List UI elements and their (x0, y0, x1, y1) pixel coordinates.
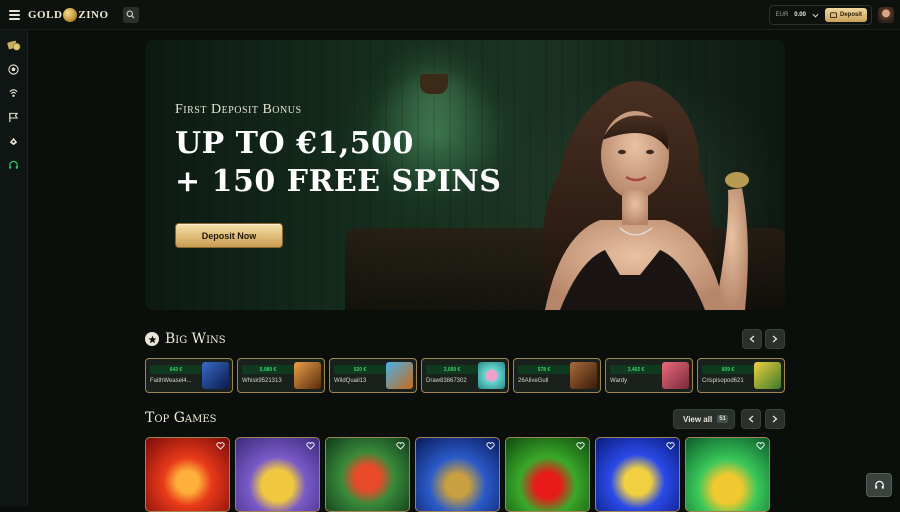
win-amount: 5,980 € (242, 365, 294, 374)
big-wins-heading: Big Wins (145, 331, 226, 347)
bonus-free-spins: + 150 FREE SPINS (175, 164, 502, 199)
deposit-now-button[interactable]: Deposit Now (175, 223, 283, 248)
top-games-title: Top Games (145, 410, 217, 426)
casino-chips-icon[interactable] (6, 38, 21, 52)
win-amount: 3,050 € (426, 365, 478, 374)
game-card-train[interactable] (415, 437, 500, 512)
promotions-icon[interactable] (7, 134, 21, 148)
logo-text-right: ZINO (78, 8, 109, 21)
win-amount: 520 € (334, 365, 386, 374)
lamp-image (420, 74, 448, 94)
hero-woman-image (542, 81, 749, 310)
view-all-label: View all (683, 414, 713, 424)
game-card-lightning[interactable] (595, 437, 680, 512)
game-thumbnail (386, 362, 413, 389)
top-games-prev-button[interactable] (741, 409, 761, 429)
live-casino-icon[interactable] (7, 86, 21, 100)
top-games-next-button[interactable] (765, 409, 785, 429)
win-user: FaithWeasel4... (150, 378, 192, 384)
wallet-icon (830, 12, 837, 18)
view-all-count: 51 (717, 415, 728, 423)
bonus-amount: UP TO €1,500 (175, 126, 414, 161)
win-card[interactable]: 609 € Crispisopod621 (697, 358, 785, 393)
chevron-down-icon (812, 13, 819, 18)
win-amount: 643 € (150, 365, 202, 374)
game-card-golden-orb[interactable] (235, 437, 320, 512)
menu-icon[interactable] (0, 0, 28, 30)
win-card[interactable]: 3,050 € Draw83867302 (421, 358, 509, 393)
chevron-left-icon (749, 335, 755, 343)
win-amount: 3,402 € (610, 365, 662, 374)
balance-selector[interactable]: EUR 0.00 Deposit (768, 5, 872, 25)
win-user: Wardy (610, 378, 628, 384)
logo[interactable]: GOLD ZINO (28, 7, 109, 22)
game-card-jester[interactable] (145, 437, 230, 512)
heart-icon[interactable] (216, 442, 225, 450)
top-bar: GOLD ZINO EUR 0.00 Deposit (0, 0, 900, 30)
win-card[interactable]: 578 € 26AliveGull (513, 358, 601, 393)
heart-icon[interactable] (396, 442, 405, 450)
big-wins-title: Big Wins (165, 331, 226, 347)
balance-amount: 0.00 (794, 12, 806, 18)
view-all-button[interactable]: View all 51 (673, 409, 735, 429)
account-area: EUR 0.00 Deposit (768, 5, 894, 25)
logo-text-left: GOLD (28, 8, 63, 21)
search-button[interactable] (122, 6, 139, 23)
game-card-cherries[interactable] (505, 437, 590, 512)
chevron-left-icon (748, 415, 754, 423)
support-headset-icon[interactable] (7, 158, 21, 172)
win-amount: 609 € (702, 365, 754, 374)
big-wins-list: 643 € FaithWeasel4... 5,980 € Whisk95213… (145, 358, 785, 393)
soccer-ball-icon[interactable] (7, 62, 21, 76)
win-amount: 578 € (518, 365, 570, 374)
game-thumbnail (202, 362, 229, 389)
win-card[interactable]: 5,980 € Whisk9521313 (237, 358, 325, 393)
win-card[interactable]: 520 € WildQuail13 (329, 358, 417, 393)
headset-icon (874, 480, 884, 489)
win-card[interactable]: 643 € FaithWeasel4... (145, 358, 233, 393)
heart-icon[interactable] (576, 442, 585, 450)
currency-label: EUR (775, 12, 789, 18)
search-icon (126, 10, 135, 19)
game-card-joker[interactable] (325, 437, 410, 512)
chevron-right-icon (772, 335, 778, 343)
win-user: WildQuail13 (334, 378, 367, 384)
flag-icon[interactable] (7, 110, 21, 124)
top-games-heading: Top Games (145, 410, 217, 426)
game-thumbnail (754, 362, 781, 389)
heart-icon[interactable] (306, 442, 315, 450)
star-icon (145, 332, 159, 346)
heart-icon[interactable] (666, 442, 675, 450)
win-card[interactable]: 3,402 € Wardy (605, 358, 693, 393)
game-thumbnail (478, 362, 505, 389)
big-wins-next-button[interactable] (765, 329, 785, 349)
bonus-kicker: First Deposit Bonus (175, 102, 302, 117)
big-wins-prev-button[interactable] (742, 329, 762, 349)
deposit-button[interactable]: Deposit (824, 8, 867, 22)
heart-icon[interactable] (756, 442, 765, 450)
game-thumbnail (662, 362, 689, 389)
deposit-label: Deposit (839, 12, 862, 18)
heart-icon[interactable] (486, 442, 495, 450)
sidebar (0, 30, 28, 506)
support-chat-button[interactable] (866, 473, 892, 497)
game-thumbnail (570, 362, 597, 389)
top-games-list (145, 437, 785, 512)
logo-coin-icon (63, 7, 78, 22)
game-card-pots-of-gold[interactable] (685, 437, 770, 512)
avatar[interactable] (878, 7, 894, 23)
win-user: 26AliveGull (518, 378, 549, 384)
win-user: Whisk9521313 (242, 378, 282, 384)
win-user: Crispisopod621 (702, 378, 744, 384)
game-thumbnail (294, 362, 321, 389)
win-user: Draw83867302 (426, 378, 467, 384)
hero-banner[interactable]: First Deposit Bonus UP TO €1,500 + 150 F… (145, 40, 785, 310)
chevron-right-icon (772, 415, 778, 423)
